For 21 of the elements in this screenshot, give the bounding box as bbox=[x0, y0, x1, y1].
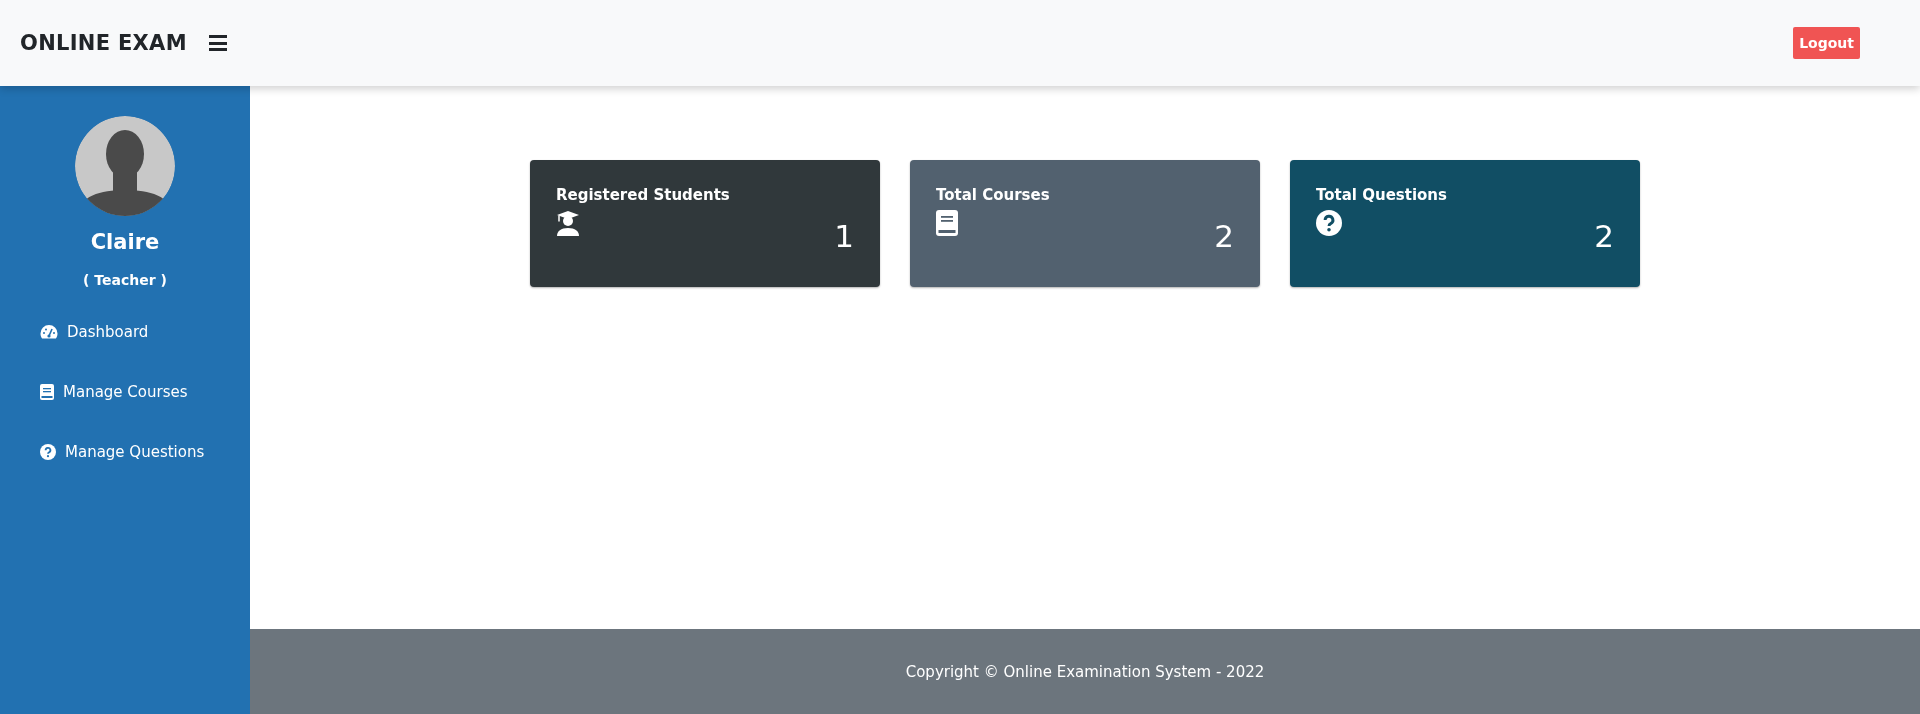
card-title: Registered Students bbox=[556, 186, 731, 204]
question-icon bbox=[1316, 210, 1342, 236]
copyright-text: Copyright © Online Examination System - 2022 bbox=[250, 629, 1920, 714]
sidebar-item[interactable]: Dashboard bbox=[40, 302, 250, 362]
book-icon bbox=[40, 384, 54, 400]
menu-icon[interactable] bbox=[208, 35, 227, 51]
question-icon bbox=[40, 444, 56, 460]
sidebar-item[interactable]: Manage Courses bbox=[40, 362, 250, 422]
brand-title: ONLINE EXAM bbox=[20, 31, 187, 55]
card-count: 2 bbox=[1214, 218, 1234, 254]
book-icon bbox=[936, 210, 958, 236]
card-title: Total Questions bbox=[1316, 186, 1448, 204]
card-count: 1 bbox=[834, 218, 854, 254]
sidebar-item[interactable]: Manage Questions bbox=[40, 422, 250, 482]
card-count: 2 bbox=[1594, 218, 1614, 254]
user-role: ( Teacher ) bbox=[83, 272, 167, 288]
gauge-icon bbox=[40, 324, 58, 340]
user-name: Claire bbox=[90, 230, 160, 254]
graduate-icon bbox=[556, 210, 580, 236]
logout-button[interactable]: Logout bbox=[1793, 27, 1860, 59]
card-title: Total Courses bbox=[936, 186, 1051, 204]
